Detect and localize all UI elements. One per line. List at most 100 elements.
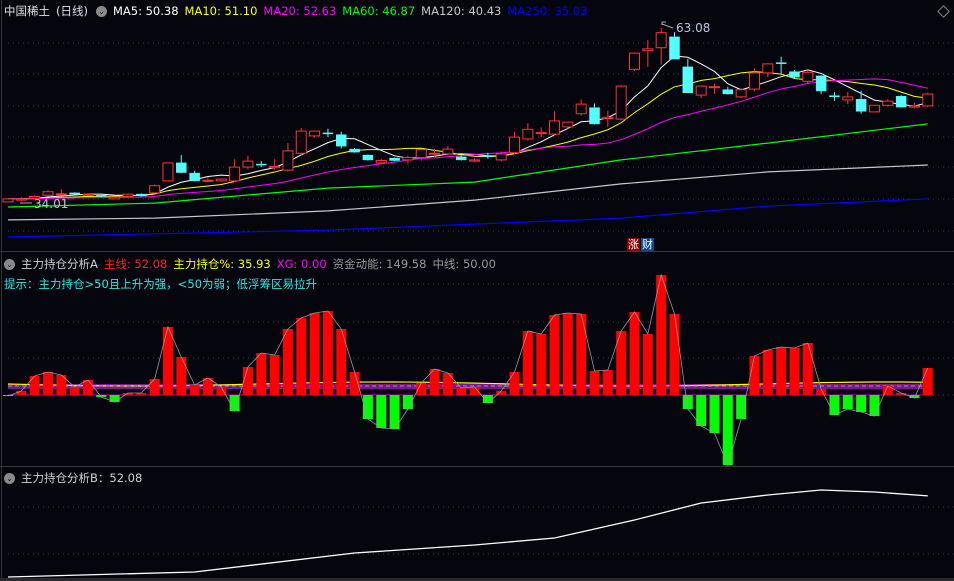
histogram-bar xyxy=(376,395,387,428)
histogram-bar xyxy=(642,334,653,395)
candle-body xyxy=(109,196,121,200)
candle-body xyxy=(642,48,654,52)
ma-legend: MA5: 50.38 MA10: 51.10 MA20: 52.63 MA60: 46… xyxy=(113,4,594,18)
candle-body xyxy=(829,95,840,97)
candle-body xyxy=(229,166,241,182)
histogram-bar xyxy=(322,311,333,395)
candle-body xyxy=(669,36,680,60)
candle-body xyxy=(882,100,894,106)
chevron-down-icon[interactable]: ⌄ xyxy=(95,5,107,17)
candle-body xyxy=(269,166,281,169)
candle-body xyxy=(322,132,334,135)
histogram-bar xyxy=(336,329,347,395)
histogram-bar xyxy=(722,395,733,465)
candle-body xyxy=(149,185,161,194)
main-header: 中国稀土 (日线) ⌄ MA5: 50.38 MA10: 51.10 MA20: 5… xyxy=(4,3,594,19)
histogram-bar xyxy=(456,388,467,395)
candle-body xyxy=(922,93,934,107)
histogram-bar xyxy=(842,395,853,409)
candle-body xyxy=(389,157,400,161)
candle-body xyxy=(589,107,600,125)
histogram-bar xyxy=(256,353,267,395)
histogram-bar xyxy=(709,395,720,433)
low-price-label: 34.01 xyxy=(34,197,68,211)
candle-body xyxy=(549,120,561,135)
candle-body xyxy=(69,192,80,195)
histogram-bar xyxy=(69,387,80,395)
indicator-value-label: 中线: 50.00 xyxy=(432,257,496,271)
histogram-bar xyxy=(242,367,253,395)
histogram-bar xyxy=(269,355,280,395)
candle-body xyxy=(136,193,147,197)
histogram-bar xyxy=(176,357,187,395)
indicator-value-label: 资金动能: 149.58 xyxy=(332,257,427,271)
candle-body xyxy=(748,72,760,90)
candle-body xyxy=(256,163,267,166)
period-label[interactable]: (日线) xyxy=(56,3,88,19)
histogram-bar xyxy=(189,385,200,395)
ma-value-label: MA120: 40.43 xyxy=(421,4,502,18)
candle-body xyxy=(682,66,694,93)
candle-body xyxy=(202,179,214,182)
candle-body xyxy=(15,198,27,201)
candle-body xyxy=(55,193,67,196)
candle-body xyxy=(762,63,774,74)
ma-line-ma120 xyxy=(7,164,928,221)
candle-body xyxy=(789,71,800,78)
histogram-bar xyxy=(282,329,293,395)
indicator-value-label: 主线: 52.08 xyxy=(103,257,168,271)
ma-value-label: MA10: 51.10 xyxy=(184,4,258,18)
histogram-bar xyxy=(149,379,160,395)
high-marker-line xyxy=(661,23,674,29)
ma-value-label: MA60: 46.87 xyxy=(342,4,416,18)
tag-cai[interactable]: 财 xyxy=(641,238,654,251)
histogram-bar xyxy=(776,347,787,395)
histogram-bar xyxy=(229,395,240,411)
candle-body xyxy=(815,75,827,92)
histogram-bar xyxy=(829,395,840,415)
histogram-bar xyxy=(509,372,520,395)
candle-body xyxy=(495,153,507,161)
candle-body xyxy=(695,85,707,96)
candle-body xyxy=(295,130,307,154)
histogram-bar xyxy=(29,376,40,395)
candle-body xyxy=(562,121,574,128)
candle-body xyxy=(535,132,547,135)
tag-zhang[interactable]: 涨 xyxy=(627,238,640,251)
histogram-bar xyxy=(562,313,573,395)
candle-body xyxy=(855,99,867,112)
histogram-bar xyxy=(549,315,560,395)
candle-body xyxy=(455,156,467,161)
ma-line-ma20 xyxy=(8,78,928,200)
histogram-bar xyxy=(669,314,680,395)
candle-body xyxy=(362,154,374,161)
candle-body xyxy=(708,86,720,89)
histogram-bar xyxy=(16,391,27,395)
chevron-down-icon[interactable]: ⌄ xyxy=(4,258,15,270)
chevron-down-icon[interactable]: ⌄ xyxy=(4,472,15,484)
candle-body xyxy=(509,136,521,154)
candle-body xyxy=(2,198,14,203)
indicator-value-label: 主力持仓%: 35.93 xyxy=(173,257,271,271)
panel-a-title: 主力持仓分析A xyxy=(21,257,98,271)
ma-value-label: MA250: 35.03 xyxy=(507,4,588,18)
candle-body xyxy=(96,195,107,197)
candle-body xyxy=(908,105,920,108)
candle-body xyxy=(122,193,134,198)
panel-b-line xyxy=(7,489,928,578)
panel-a-header: ⌄ 主力持仓分析A 主线: 52.08 主力持仓%: 35.93 XG: 0.00 资… xyxy=(4,256,502,272)
histogram-bar xyxy=(296,318,307,395)
candle-body xyxy=(282,150,294,171)
panel-divider[interactable] xyxy=(0,466,954,467)
panel-divider[interactable] xyxy=(0,251,954,252)
histogram-bar xyxy=(576,314,587,395)
histogram-bar xyxy=(802,343,813,395)
ma-line-ma10 xyxy=(8,71,928,200)
candle-body xyxy=(615,85,627,120)
candle-body xyxy=(189,172,200,182)
candle-body xyxy=(349,148,360,153)
panel-a-hint: 提示：主力持仓>50且上升为强，<50为弱；低浮筹区易拉升 xyxy=(4,277,318,291)
stock-name: 中国稀土 xyxy=(4,4,50,18)
candle-body xyxy=(655,32,667,49)
candle-body xyxy=(482,155,494,157)
